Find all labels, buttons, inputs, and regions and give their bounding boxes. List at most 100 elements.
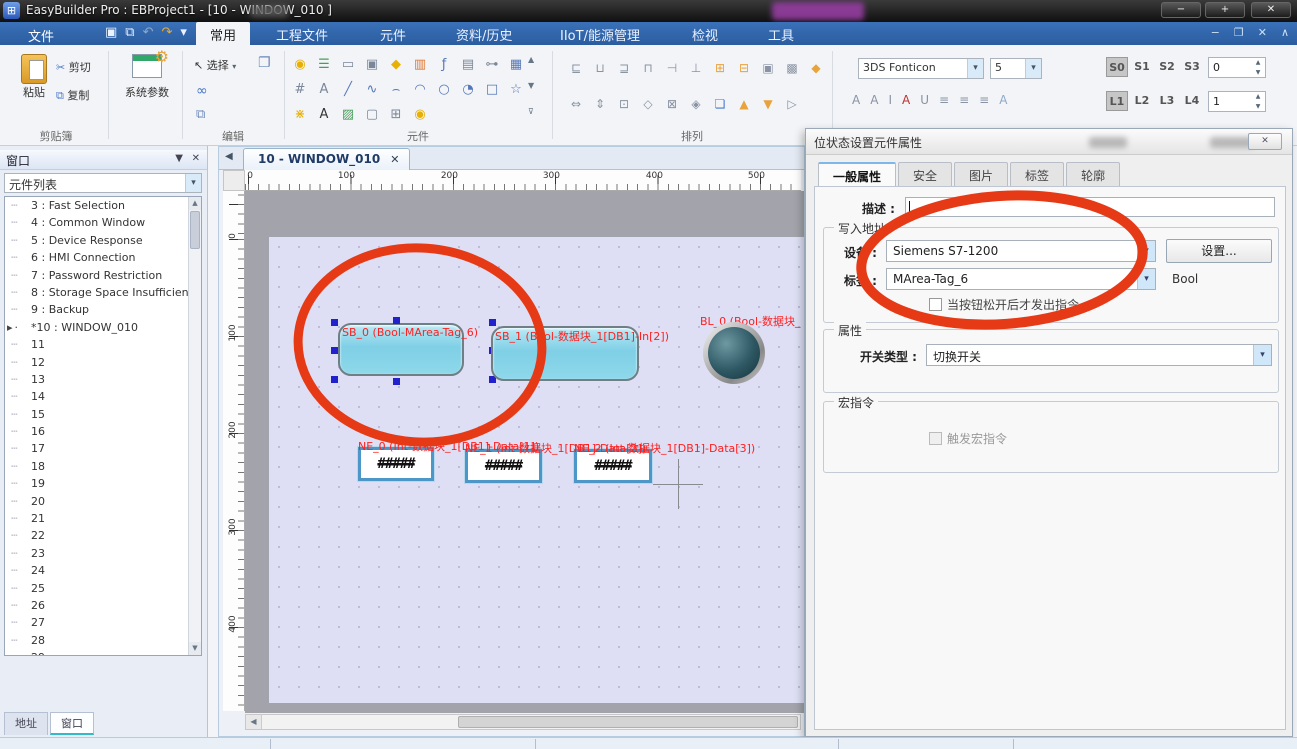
app-icon[interactable]: ⊞ xyxy=(3,2,20,19)
text-icon[interactable]: A xyxy=(314,105,334,125)
release-command-checkbox[interactable]: 当按钮松开后才发出指令 xyxy=(929,296,1079,313)
object-list-dropdown-icon[interactable]: ▾ xyxy=(185,174,201,192)
align-text-left-icon[interactable]: ≡ xyxy=(939,93,949,107)
numeric-object-icon[interactable]: # xyxy=(290,80,310,100)
font-size-select[interactable]: 5▾ xyxy=(990,58,1042,79)
font-family-dropdown-icon[interactable]: ▾ xyxy=(967,59,983,78)
ribbon-tab-object[interactable]: 元件 xyxy=(366,22,420,45)
pin-icon[interactable]: ◆ xyxy=(806,59,826,77)
ribbon-tab-iiot[interactable]: IIoT/能源管理 xyxy=(546,22,654,45)
same-width-icon[interactable]: ⊞ xyxy=(710,59,730,77)
font-family-select[interactable]: 3DS Fonticon▾ xyxy=(858,58,984,79)
quick-access-dropdown-icon[interactable]: ▾ xyxy=(180,24,187,42)
multi-copy-icon[interactable]: ⧉ xyxy=(196,107,205,122)
file-menu-button[interactable]: 文件 xyxy=(10,24,72,47)
scrollbar-thumb[interactable] xyxy=(190,211,200,249)
tree-item[interactable]: 6 : HMI Connection xyxy=(5,249,201,266)
tree-item[interactable]: 29 xyxy=(5,649,201,656)
state-spinner[interactable]: 0 ▲ ▼ xyxy=(1208,57,1266,78)
toggle-switch-icon[interactable]: ◆ xyxy=(386,55,406,75)
tree-item[interactable]: *10 : WINDOW_010 xyxy=(5,319,201,336)
paste-button[interactable]: 粘贴 xyxy=(8,54,60,100)
panel-collapse-icon[interactable]: ▼ xyxy=(175,153,183,164)
tab-nav-left-icon[interactable]: ◀ xyxy=(225,151,233,162)
tree-item[interactable]: 24 xyxy=(5,562,201,579)
child-restore-icon[interactable]: ❐ xyxy=(1234,26,1244,39)
distribute-vertical-icon[interactable]: ⇕ xyxy=(590,95,610,113)
align-center-icon[interactable]: ⊔ xyxy=(590,59,610,77)
find-object-icon[interactable]: ∞ xyxy=(196,83,208,99)
ribbon-tab-view[interactable]: 检视 xyxy=(678,22,732,45)
ribbon-tab-data-history[interactable]: 资料/历史 xyxy=(442,22,526,45)
group-icon[interactable]: ▣ xyxy=(758,59,778,77)
select-button[interactable]: ↖ 选择 ▾ xyxy=(194,57,236,73)
tree-item[interactable]: 8 : Storage Space Insufficient xyxy=(5,284,201,301)
tag-select[interactable]: MArea-Tag_6▾ xyxy=(886,268,1156,290)
overlap-window-icon[interactable]: ❐ xyxy=(258,55,271,71)
tree-scrollbar[interactable]: ▲ ▼ xyxy=(188,197,201,655)
underline-icon[interactable]: U xyxy=(920,93,929,107)
state-s2-button[interactable]: S2 xyxy=(1156,57,1178,77)
line-icon[interactable]: ╱ xyxy=(338,80,358,100)
cut-button[interactable]: ✂ 剪切 xyxy=(56,59,91,75)
hmi-toggle-switch-sb0[interactable]: SB_0 (Bool-MArea-Tag_6) xyxy=(338,323,464,376)
tree-item[interactable]: 19 xyxy=(5,475,201,492)
maximize-button[interactable]: + xyxy=(1205,2,1245,18)
tab-security[interactable]: 安全 xyxy=(898,162,952,189)
switch-type-select[interactable]: 切换开关▾ xyxy=(926,344,1272,366)
align-top-icon[interactable]: ⊓ xyxy=(638,59,658,77)
option-list-icon[interactable]: ▤ xyxy=(458,55,478,75)
tree-item[interactable]: 16 xyxy=(5,423,201,440)
selection-handle[interactable] xyxy=(331,347,338,354)
components-scroll-down-icon[interactable]: ▼ xyxy=(528,81,534,90)
object-list-select[interactable]: 元件列表▾ xyxy=(4,173,202,193)
close-button[interactable]: ✕ xyxy=(1251,2,1291,18)
align-right-icon[interactable]: ⊒ xyxy=(614,59,634,77)
align-left-icon[interactable]: ⊑ xyxy=(566,59,586,77)
ascii-object-icon[interactable]: A xyxy=(314,80,334,100)
align-text-center-icon[interactable]: ≡ xyxy=(959,93,969,107)
panel-close-icon[interactable]: ✕ xyxy=(192,153,200,164)
compile-download-icon[interactable]: ⧉ xyxy=(125,24,134,42)
selection-handle[interactable] xyxy=(489,319,496,326)
tree-item[interactable]: 18 xyxy=(5,458,201,475)
spin-up-icon[interactable]: ▲ xyxy=(1252,58,1264,67)
star-icon[interactable]: ☆ xyxy=(506,80,526,100)
item-window-icon[interactable]: ▦ xyxy=(506,55,526,75)
selection-handle[interactable] xyxy=(393,317,400,324)
layer-up-icon[interactable]: ▲ xyxy=(734,95,754,113)
state-s1-button[interactable]: S1 xyxy=(1131,57,1153,77)
minimize-button[interactable]: − xyxy=(1161,2,1201,18)
scrollbar-thumb[interactable] xyxy=(458,716,798,728)
italic-icon[interactable]: I xyxy=(888,93,892,107)
spin-down-icon[interactable]: ▼ xyxy=(1252,68,1264,77)
language-spinner[interactable]: 1 ▲ ▼ xyxy=(1208,91,1266,112)
tab-picture[interactable]: 图片 xyxy=(954,162,1008,189)
language-l3-button[interactable]: L3 xyxy=(1156,91,1178,111)
freehand-icon[interactable]: ∿ xyxy=(362,80,382,100)
device-select[interactable]: Siemens S7-1200▾ xyxy=(886,240,1156,262)
tree-item[interactable]: 20 xyxy=(5,493,201,510)
selection-handle[interactable] xyxy=(331,319,338,326)
tab-general[interactable]: 一般属性 xyxy=(818,162,896,189)
tree-item[interactable]: 21 xyxy=(5,510,201,527)
tree-item[interactable]: 22 xyxy=(5,527,201,544)
tree-item[interactable]: 12 xyxy=(5,354,201,371)
components-scroll-up-icon[interactable]: ▲ xyxy=(528,55,534,64)
layer-down-icon[interactable]: ▼ xyxy=(758,95,778,113)
arc-icon[interactable]: ◠ xyxy=(410,80,430,100)
font-color-icon[interactable]: A xyxy=(902,93,910,107)
switch-type-dropdown-icon[interactable]: ▾ xyxy=(1253,345,1271,365)
font-size-dropdown-icon[interactable]: ▾ xyxy=(1025,59,1041,78)
center-window-icon[interactable]: ⊠ xyxy=(662,95,682,113)
tree-item[interactable]: 7 : Password Restriction xyxy=(5,267,201,284)
spin-up-icon[interactable]: ▲ xyxy=(1252,92,1264,101)
tag-dropdown-icon[interactable]: ▾ xyxy=(1137,269,1155,289)
scroll-up-icon[interactable]: ▲ xyxy=(189,197,201,210)
tree-item[interactable]: 13 xyxy=(5,371,201,388)
tree-item[interactable]: 5 : Device Response xyxy=(5,232,201,249)
save-icon[interactable]: ▣ xyxy=(105,24,117,42)
tab-label[interactable]: 标签 xyxy=(1010,162,1064,189)
device-dropdown-icon[interactable]: ▾ xyxy=(1137,241,1155,261)
polyline-icon[interactable]: ⌢ xyxy=(386,80,406,100)
